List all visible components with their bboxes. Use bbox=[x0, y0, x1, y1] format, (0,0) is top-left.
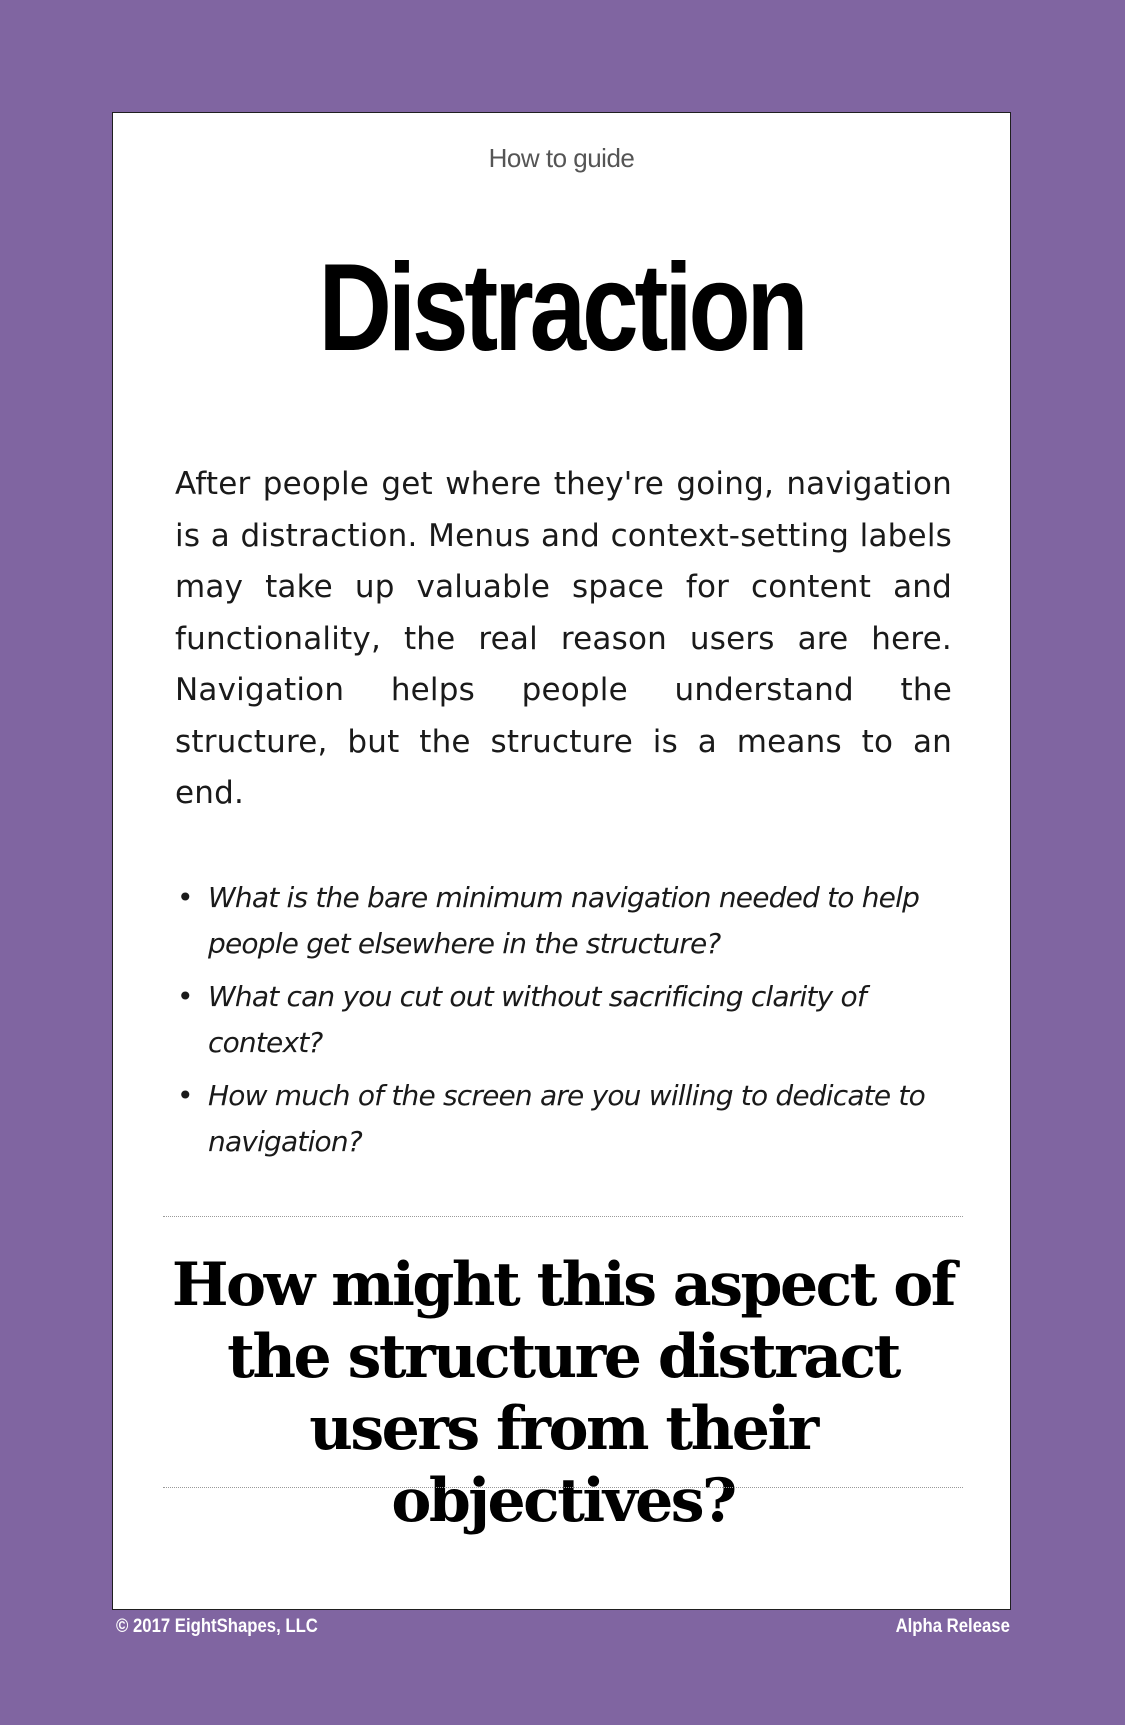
footer-release-label: Alpha Release bbox=[895, 1616, 1010, 1637]
card-kicker: How to guide bbox=[488, 143, 635, 173]
card-body-text: After people get where they're going, na… bbox=[175, 466, 952, 811]
question-item: • What can you cut out without sacrifici… bbox=[175, 974, 965, 1066]
card-title: Distraction bbox=[318, 239, 808, 377]
footer-copyright: © 2017 EightShapes, LLC bbox=[116, 1616, 318, 1637]
bullet-icon: • bbox=[177, 980, 194, 1013]
question-item: • What is the bare minimum navigation ne… bbox=[175, 875, 965, 967]
reflection-prompt: How might this aspect of the structure d… bbox=[171, 1250, 957, 1536]
bullet-icon: • bbox=[177, 1079, 194, 1112]
question-text: What is the bare minimum navigation need… bbox=[208, 881, 920, 960]
bullet-icon: • bbox=[177, 881, 194, 914]
question-text: What can you cut out without sacrificing… bbox=[208, 980, 867, 1059]
question-item: • How much of the screen are you willing… bbox=[175, 1073, 965, 1165]
divider-bottom bbox=[163, 1487, 963, 1488]
question-list: • What is the bare minimum navigation ne… bbox=[175, 875, 965, 1172]
question-text: How much of the screen are you willing t… bbox=[208, 1079, 926, 1158]
guide-card: How to guide Distraction After people ge… bbox=[112, 112, 1011, 1610]
divider-top bbox=[163, 1216, 963, 1217]
